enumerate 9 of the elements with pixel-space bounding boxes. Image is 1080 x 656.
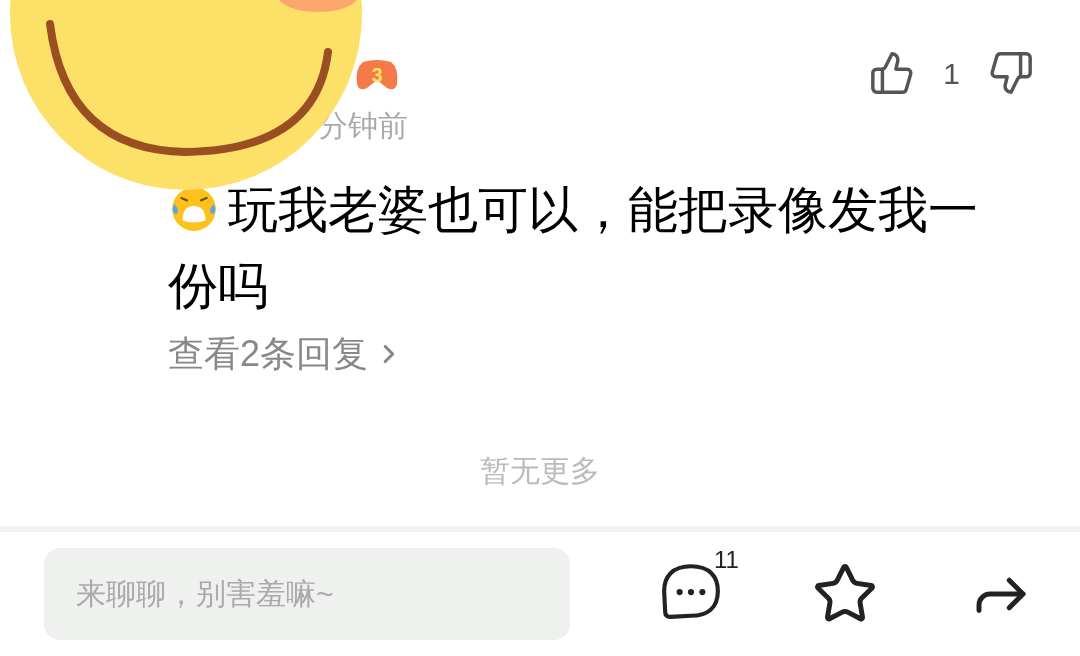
thumbs-down-icon	[988, 50, 1034, 96]
dislike-button[interactable]	[988, 50, 1034, 96]
comment-count: 11	[714, 544, 739, 575]
comment-input[interactable]: 来聊聊，别害羞嘛~	[44, 548, 570, 640]
like-count: 1	[943, 55, 960, 92]
level-number: 3	[370, 63, 384, 88]
no-more-text: 暂无更多	[480, 453, 600, 489]
comment-text: 玩我老婆也可以，能把录像发我一份吗	[168, 180, 979, 316]
view-replies-link[interactable]: 查看2条回复	[168, 330, 405, 378]
